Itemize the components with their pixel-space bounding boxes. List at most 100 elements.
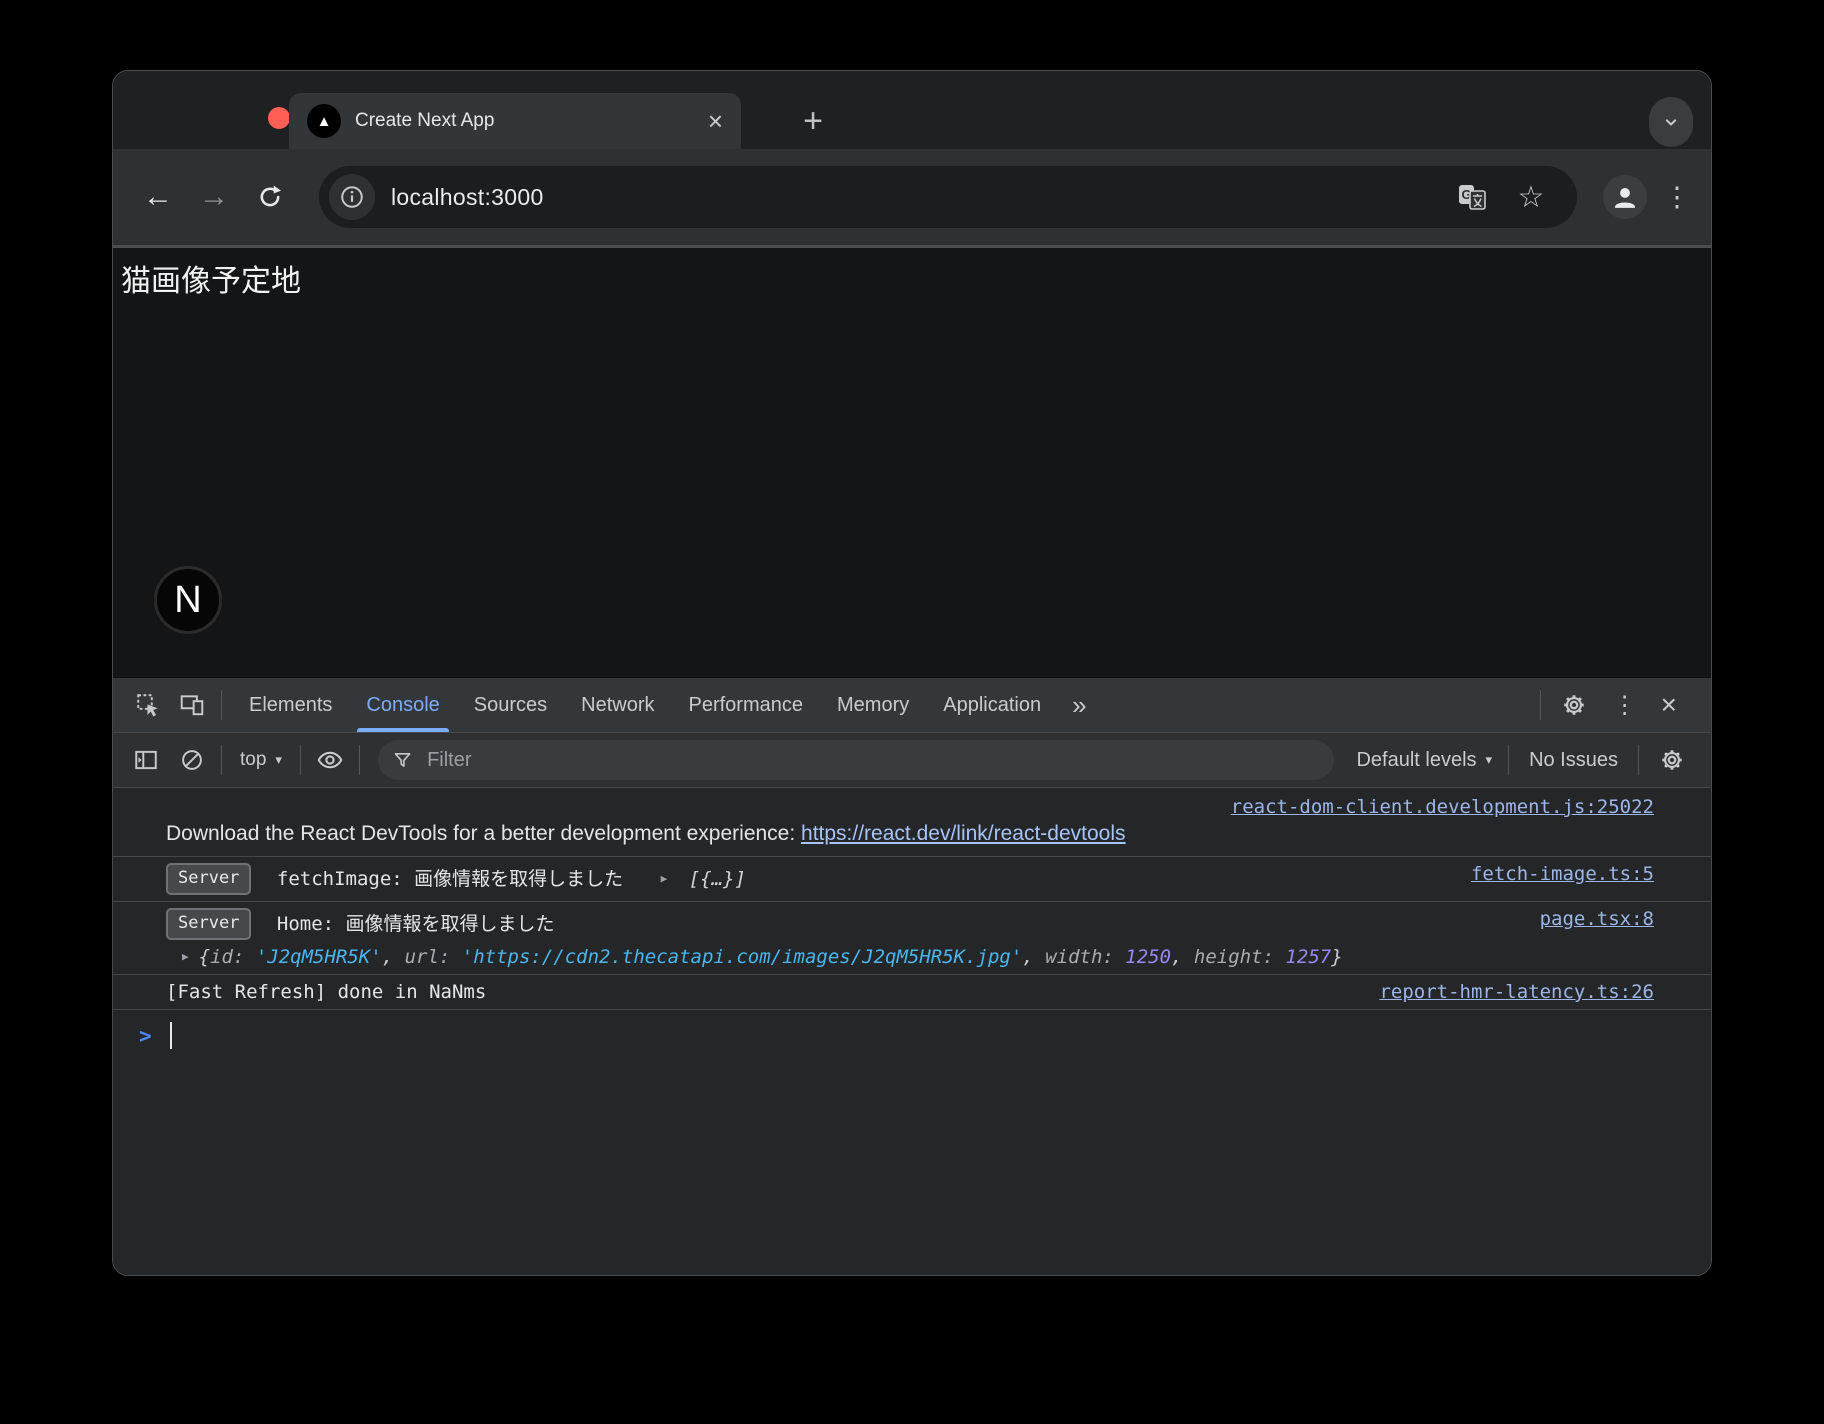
comma: , [382,946,405,968]
device-toolbar-button[interactable] [173,686,211,724]
log-levels-dropdown[interactable]: Default levels ▾ [1350,749,1498,772]
browser-tab[interactable]: ▲ Create Next App × [289,93,741,149]
divider [300,745,301,775]
more-tabs-button[interactable]: » [1058,690,1100,721]
comma: , [1022,946,1045,968]
message-text-part: Download the React DevTools for a better… [166,822,801,845]
gear-icon [1659,747,1685,773]
nextjs-dev-indicator[interactable]: N [154,566,222,634]
live-expression-button[interactable] [311,741,349,779]
new-tab-button[interactable]: + [785,93,841,149]
object-key: width: [1045,946,1125,968]
source-link[interactable]: page.tsx:8 [1540,908,1654,930]
console-message-home: Server Home: 画像情報を取得しました ▶{id: 'J2qM5HR5… [113,902,1711,975]
title-bar[interactable]: ▲ Create Next App × + [113,71,1711,149]
source-link[interactable]: react-dom-client.development.js:25022 [1231,796,1654,818]
javascript-context-dropdown[interactable]: top ▾ [232,749,290,771]
brace: } [1331,946,1342,968]
tab-console[interactable]: Console [349,678,456,732]
message-text: Download the React DevTools for a better… [166,822,1654,850]
eye-icon [316,746,344,774]
console-toolbar: top ▾ Default levels ▾ [113,733,1711,788]
devtools-settings-button[interactable] [1551,692,1597,718]
inspect-element-button[interactable] [129,686,167,724]
divider [359,745,360,775]
page-viewport: 猫画像予定地 N [113,248,1711,677]
message-text: [Fast Refresh] done in NaNms [166,981,486,1003]
info-icon [339,184,365,210]
close-window-button[interactable] [268,107,290,129]
brace: { [199,946,210,968]
clear-console-button[interactable] [173,741,211,779]
array-preview[interactable]: [{…}] [689,868,746,890]
expand-triangle-icon[interactable]: ▶ [182,950,189,963]
console-settings-button[interactable] [1649,747,1695,773]
message-text: fetchImage: 画像情報を取得しました [277,868,623,890]
divider [221,690,222,720]
console-messages: react-dom-client.development.js:25022 Do… [113,788,1711,1275]
devtools-menu-button[interactable]: ⋮ [1597,691,1653,720]
console-message-fetch-image: Server fetchImage: 画像情報を取得しました ▶ [{…}] f… [113,857,1711,902]
object-string-value: 'https://cdn2.thecatapi.com/images/J2qM5… [462,946,1023,968]
tab-elements[interactable]: Elements [232,678,349,732]
nextjs-logo-letter: N [174,579,201,622]
context-label: top [240,749,266,771]
browser-window: ▲ Create Next App × + ← → [112,70,1712,1276]
tab-title: Create Next App [355,110,494,132]
translate-button[interactable]: G [1451,175,1495,219]
chevron-down-icon: ▾ [1486,752,1493,768]
server-badge: Server [166,908,251,940]
forward-button[interactable]: → [191,174,237,220]
console-sidebar-toggle-button[interactable] [127,741,165,779]
bookmark-star-button[interactable]: ☆ [1509,175,1553,219]
console-message-react-devtools: react-dom-client.development.js:25022 Do… [113,788,1711,857]
devtools-panel: Elements Console Sources Network Perform… [113,677,1711,1275]
source-link[interactable]: report-hmr-latency.ts:26 [1379,981,1654,1003]
tab-search-button[interactable] [1649,97,1693,147]
filter-input[interactable] [425,748,1320,773]
tab-performance[interactable]: Performance [672,678,821,732]
person-icon [1611,183,1639,211]
tab-memory[interactable]: Memory [820,678,926,732]
divider [1540,690,1541,720]
navigation-toolbar: ← → localhost:3000 G [113,149,1711,248]
comma: , [1171,946,1194,968]
cat-image-placeholder-text: 猫画像予定地 [121,256,301,300]
chevron-down-icon: ▾ [275,752,282,768]
text-cursor [170,1022,172,1049]
tab-sources[interactable]: Sources [457,678,564,732]
source-link[interactable]: fetch-image.ts:5 [1471,863,1654,885]
profile-avatar[interactable] [1603,175,1647,219]
devtools-close-button[interactable]: × [1653,689,1685,721]
react-devtools-link[interactable]: https://react.dev/link/react-devtools [801,822,1126,845]
object-string-value: 'J2qM5HR5K' [256,946,382,968]
device-toolbar-icon [179,692,205,718]
tab-close-icon[interactable]: × [708,108,723,134]
console-prompt[interactable]: > [113,1010,1711,1061]
inspect-icon [135,692,161,718]
back-button[interactable]: ← [135,174,181,220]
tab-network[interactable]: Network [564,678,671,732]
chevron-down-icon [1661,112,1681,132]
console-filter[interactable] [378,740,1335,780]
object-key: url: [405,946,462,968]
tab-application[interactable]: Application [926,678,1058,732]
site-info-button[interactable] [329,174,375,220]
expand-triangle-icon[interactable]: ▶ [661,872,668,885]
server-badge: Server [166,863,251,895]
gear-icon [1561,692,1587,718]
nextjs-favicon-icon: ▲ [307,104,341,138]
reload-button[interactable] [247,174,293,220]
url-text[interactable]: localhost:3000 [391,184,1437,211]
filter-funnel-icon [392,749,413,771]
browser-menu-button[interactable]: ⋮ [1657,175,1697,219]
console-message-fast-refresh: [Fast Refresh] done in NaNms report-hmr-… [113,975,1711,1010]
url-bar[interactable]: localhost:3000 G ☆ [319,166,1577,228]
clear-icon [179,747,205,773]
prompt-chevron-icon: > [139,1024,152,1048]
issues-counter[interactable]: No Issues [1519,749,1628,772]
object-number-value: 1257 [1285,946,1331,968]
object-preview: ▶{id: 'J2qM5HR5K', url: 'https://cdn2.th… [166,946,1520,968]
translate-icon: G [1457,182,1489,212]
devtools-tab-bar: Elements Console Sources Network Perform… [113,678,1711,733]
